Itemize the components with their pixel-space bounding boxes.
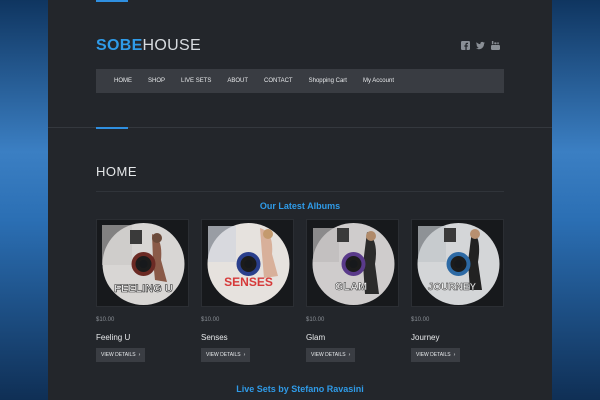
album-card: FEELING U $10.00 Feeling U VIEW DETAILS … xyxy=(96,219,189,362)
cover-text: FEELING U xyxy=(114,283,173,295)
album-card: SENSES $10.00 Senses VIEW DETAILS › xyxy=(201,219,294,362)
view-details-button[interactable]: VIEW DETAILS › xyxy=(96,348,146,362)
view-details-label: VIEW DETAILS xyxy=(311,352,346,358)
album-price: $10.00 xyxy=(411,317,430,323)
view-details-label: VIEW DETAILS xyxy=(206,352,241,358)
album-title[interactable]: Glam xyxy=(306,333,399,342)
cd-disc-image: SENSES xyxy=(207,223,290,305)
album-price: $10.00 xyxy=(201,317,220,323)
youtube-icon[interactable] xyxy=(491,37,500,50)
album-cover[interactable]: SENSES xyxy=(201,219,294,307)
background-left xyxy=(0,0,48,400)
album-title[interactable]: Feeling U xyxy=(96,333,189,342)
albums-heading: Our Latest Albums xyxy=(259,201,341,211)
site-logo[interactable]: SOBEHOUSE xyxy=(96,37,201,55)
logo-light-text: HOUSE xyxy=(142,37,201,54)
twitter-icon[interactable] xyxy=(476,37,485,50)
background-right xyxy=(552,0,600,400)
cd-disc-image: GLAM xyxy=(312,223,395,305)
view-details-button[interactable]: VIEW DETAILS › xyxy=(411,348,461,362)
view-details-button[interactable]: VIEW DETAILS › xyxy=(306,348,356,362)
nav-item-shop[interactable]: SHOP xyxy=(140,78,173,84)
main-panel: SOBEHOUSE HOME SHOP LIVE SETS ABOUT CONT… xyxy=(48,0,552,400)
cd-disc-image: FEELING U xyxy=(102,223,185,305)
top-accent-bar xyxy=(96,0,128,2)
album-card: JOURNEY $10.00 Journey VIEW DETAILS › xyxy=(411,219,504,362)
cover-text: SENSES xyxy=(224,275,273,289)
view-details-label: VIEW DETAILS xyxy=(416,352,451,358)
chevron-right-icon: › xyxy=(138,352,141,358)
title-rule xyxy=(96,191,504,192)
chevron-right-icon: › xyxy=(243,352,246,358)
album-title[interactable]: Senses xyxy=(201,333,294,342)
chevron-right-icon: › xyxy=(453,352,456,358)
logo-bold-text: SOBE xyxy=(96,37,143,54)
album-price: $10.00 xyxy=(96,317,115,323)
album-cover[interactable]: FEELING U xyxy=(96,219,189,307)
nav-item-contact[interactable]: CONTACT xyxy=(256,78,301,84)
album-card: GLAM $10.00 Glam VIEW DETAILS › xyxy=(306,219,399,362)
albums-grid: FEELING U $10.00 Feeling U VIEW DETAILS … xyxy=(96,219,504,362)
album-cover[interactable]: JOURNEY xyxy=(411,219,504,307)
nav-item-about[interactable]: ABOUT xyxy=(219,78,256,84)
divider-accent-bar xyxy=(96,127,128,129)
album-price: $10.00 xyxy=(306,317,325,323)
chevron-right-icon: › xyxy=(348,352,351,358)
nav-item-shopping-cart[interactable]: Shopping Cart xyxy=(301,78,355,84)
nav-item-my-account[interactable]: My Account xyxy=(355,78,402,84)
page-title: HOME xyxy=(96,164,137,179)
social-links xyxy=(461,37,500,50)
nav-item-live-sets[interactable]: LIVE SETS xyxy=(173,78,219,84)
live-sets-heading: Live Sets by Stefano Ravasini xyxy=(236,384,364,394)
main-navigation: HOME SHOP LIVE SETS ABOUT CONTACT Shoppi… xyxy=(96,69,504,93)
cover-text: GLAM xyxy=(335,281,367,293)
view-details-label: VIEW DETAILS xyxy=(101,352,136,358)
view-details-button[interactable]: VIEW DETAILS › xyxy=(201,348,251,362)
album-title[interactable]: Journey xyxy=(411,333,504,342)
facebook-icon[interactable] xyxy=(461,37,470,50)
nav-item-home[interactable]: HOME xyxy=(106,78,140,84)
album-cover[interactable]: GLAM xyxy=(306,219,399,307)
cover-text: JOURNEY xyxy=(428,282,477,293)
cd-disc-image: JOURNEY xyxy=(417,223,500,305)
